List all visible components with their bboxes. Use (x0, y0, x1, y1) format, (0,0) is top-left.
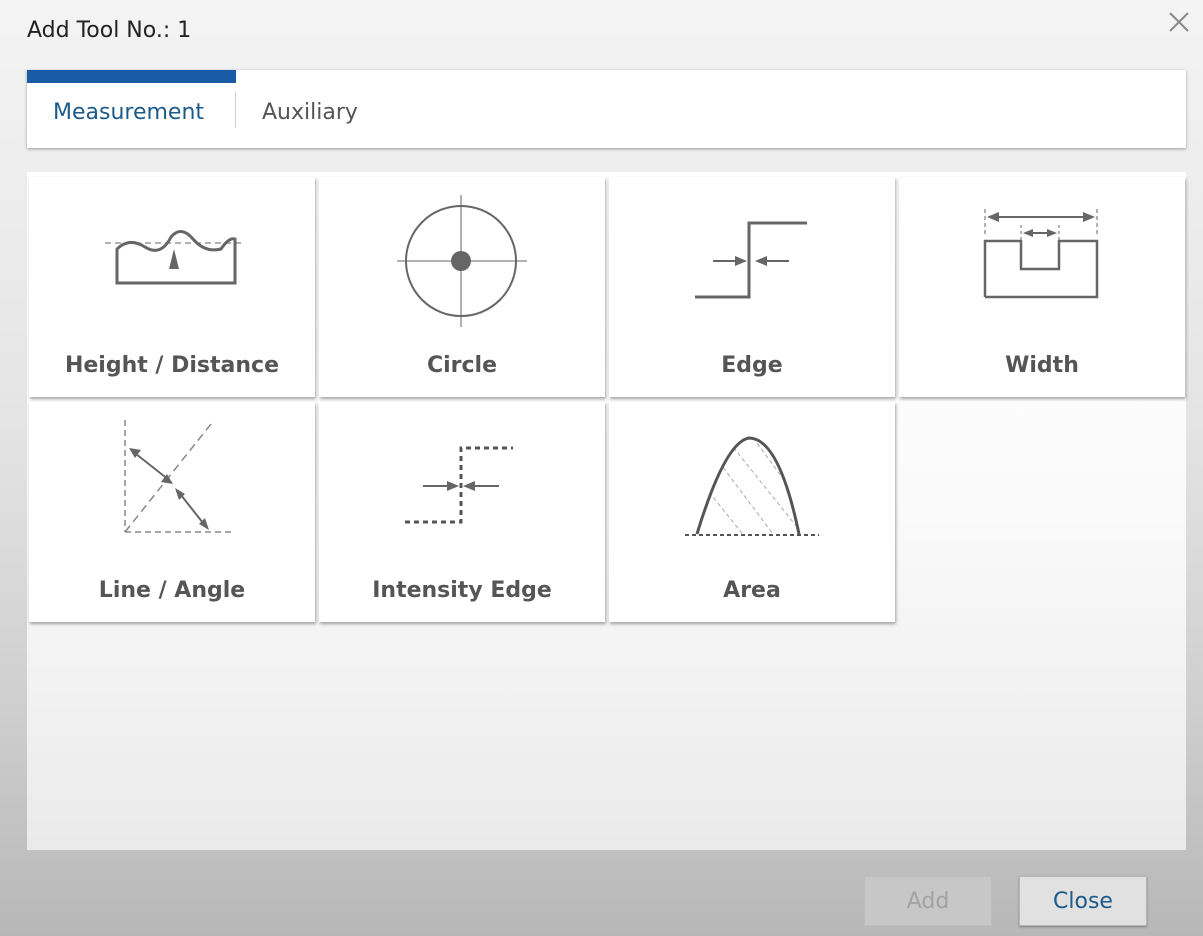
tool-panel: Height / Distance Circle Edge Width Line… (27, 172, 1186, 850)
tab-measurement[interactable]: Measurement (53, 100, 204, 125)
intensity-edge-icon (405, 446, 513, 524)
tool-label: Width (1005, 353, 1079, 378)
tool-label: Circle (426, 353, 498, 378)
tab-bar: Measurement Auxiliary (27, 70, 1186, 148)
tool-label: Edge (721, 353, 783, 378)
height-distance-icon (105, 230, 245, 285)
close-button[interactable]: Close (1019, 876, 1147, 926)
tool-edge[interactable]: Edge (609, 177, 895, 397)
tab-auxiliary[interactable]: Auxiliary (262, 100, 358, 125)
tool-line-angle[interactable]: Line / Angle (29, 402, 315, 622)
tab-divider (235, 92, 236, 128)
tool-label: Height / Distance (64, 353, 280, 378)
tool-area[interactable]: Area (609, 402, 895, 622)
tool-label: Intensity Edge (372, 578, 552, 603)
tool-label: Line / Angle (98, 578, 246, 603)
tool-intensity-edge[interactable]: Intensity Edge (319, 402, 605, 622)
active-tab-indicator (27, 70, 236, 83)
area-icon (685, 436, 819, 536)
close-icon[interactable] (1165, 8, 1193, 36)
tool-label: Area (723, 578, 781, 603)
add-button[interactable]: Add (864, 876, 992, 926)
width-icon (983, 209, 1099, 299)
edge-icon (695, 221, 807, 299)
line-angle-icon (124, 420, 235, 533)
tool-circle[interactable]: Circle (319, 177, 605, 397)
tool-height-distance[interactable]: Height / Distance (29, 177, 315, 397)
tool-width[interactable]: Width (899, 177, 1185, 397)
dialog-title: Add Tool No.: 1 (27, 18, 192, 43)
circle-icon (397, 195, 527, 327)
